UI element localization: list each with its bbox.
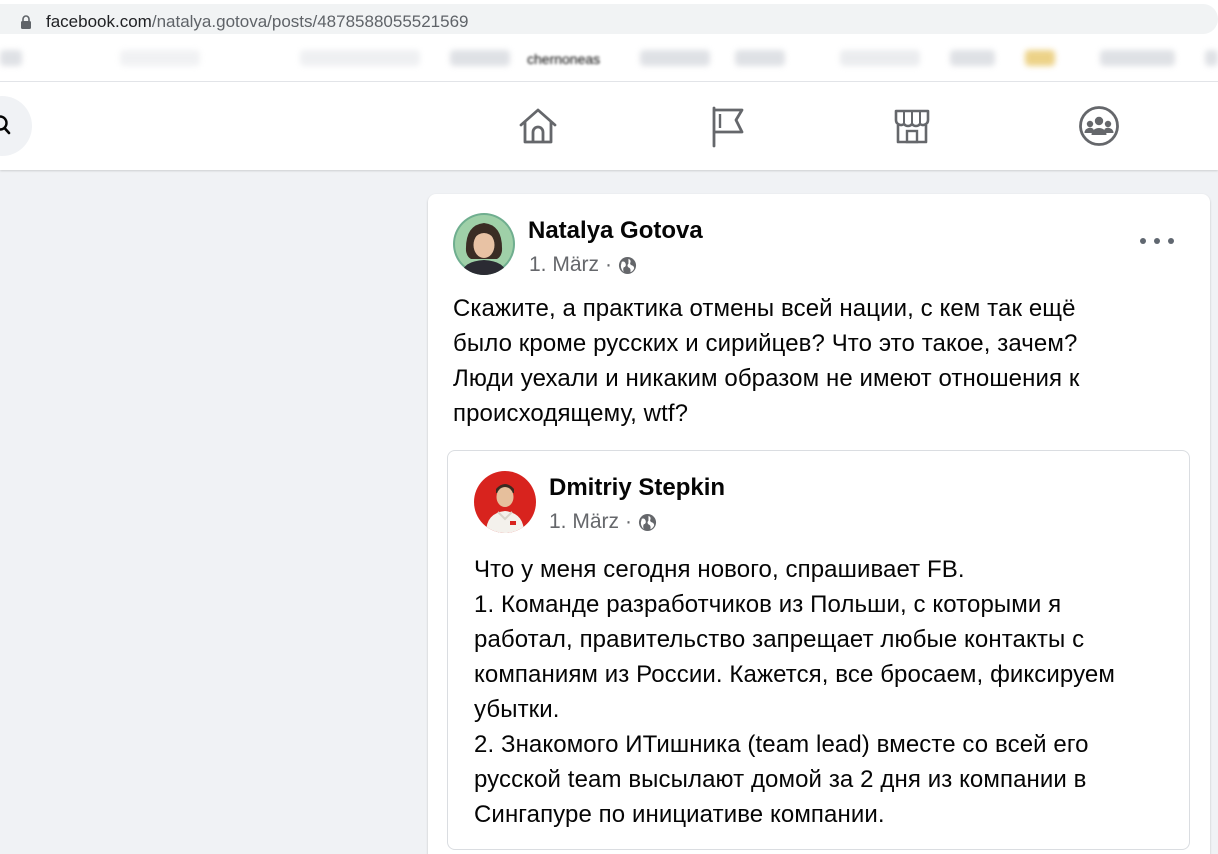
shared-author-name[interactable]: Dmitriy Stepkin xyxy=(549,474,725,502)
search-button[interactable] xyxy=(0,96,32,156)
shared-post-date[interactable]: 1. März xyxy=(549,510,619,534)
more-icon-dot xyxy=(1168,238,1174,244)
bookmark-item[interactable] xyxy=(950,50,995,66)
shared-text-line: компаниям из России. Кажется, все бросае… xyxy=(474,661,1115,688)
post-author-name[interactable]: Natalya Gotova xyxy=(528,217,703,245)
avatar-image xyxy=(453,213,515,275)
bookmark-item[interactable] xyxy=(1205,50,1218,66)
bookmark-item[interactable] xyxy=(450,50,510,66)
url-path: /natalya.gotova/posts/4878588055521569 xyxy=(151,12,469,31)
shared-text-line: 2. Знакомого ИТишника (team lead) вместе… xyxy=(474,731,1089,758)
shared-post-meta: 1. März · xyxy=(549,510,657,534)
post-card: Natalya Gotova 1. März · Скажите, а прак… xyxy=(428,194,1210,854)
meta-separator: · xyxy=(625,510,633,533)
nav-groups[interactable] xyxy=(1077,104,1121,148)
flag-icon xyxy=(712,106,744,148)
post-text-line: Люди уехали и никаким образом не имеют о… xyxy=(453,365,1080,392)
nav-home[interactable] xyxy=(516,104,560,148)
bookmark-item[interactable] xyxy=(0,50,22,66)
bookmark-item[interactable] xyxy=(300,50,420,66)
post-text-line: происходящему, wtf? xyxy=(453,400,689,427)
bookmarks-bar: chernoneas xyxy=(0,36,1218,82)
bookmark-item[interactable] xyxy=(1100,50,1175,66)
post-meta: 1. März · xyxy=(529,253,637,277)
meta-separator: · xyxy=(605,253,613,276)
shared-text-line: работал, правительство запрещает любые к… xyxy=(474,626,1085,653)
shared-text-line: Сингапуре по инициативе компании. xyxy=(474,801,885,828)
bookmark-item[interactable] xyxy=(840,50,920,66)
facebook-header xyxy=(0,82,1218,170)
post-text-line: Скажите, а практика отмены всей нации, с… xyxy=(453,295,1076,322)
browser-address-bar: facebook.com/natalya.gotova/posts/487858… xyxy=(0,0,1218,36)
bookmark-item[interactable] xyxy=(735,50,785,66)
lock-icon xyxy=(21,15,31,29)
post-date[interactable]: 1. März xyxy=(529,253,599,277)
more-icon-dot xyxy=(1140,238,1146,244)
bookmark-item[interactable] xyxy=(120,50,200,66)
shared-post-text: Что у меня сегодня нового, спрашивает FB… xyxy=(474,552,1115,832)
shared-author-avatar[interactable] xyxy=(474,471,536,533)
shared-text-line: убытки. xyxy=(474,696,560,723)
globe-icon xyxy=(638,513,657,531)
post-text: Скажите, а практика отмены всей нации, с… xyxy=(453,291,1079,431)
more-icon-dot xyxy=(1154,238,1160,244)
bookmark-item[interactable] xyxy=(640,50,710,66)
more-options-button[interactable] xyxy=(1140,228,1174,254)
shared-text-line: русской team высылают домой за 2 дня из … xyxy=(474,766,1087,793)
shared-text-line: Что у меня сегодня нового, спрашивает FB… xyxy=(474,556,965,583)
shared-post-card[interactable]: Dmitriy Stepkin 1. März · Что у меня сег… xyxy=(447,450,1190,850)
bookmark-item[interactable] xyxy=(1025,50,1055,66)
url-field[interactable]: facebook.com/natalya.gotova/posts/487858… xyxy=(0,4,1218,34)
home-icon xyxy=(519,108,557,144)
nav-pages[interactable] xyxy=(704,104,748,148)
author-avatar[interactable] xyxy=(453,213,515,275)
bookmark-label[interactable]: chernoneas xyxy=(527,51,600,67)
url-text: facebook.com/natalya.gotova/posts/487858… xyxy=(46,12,469,32)
globe-icon xyxy=(618,256,637,274)
marketplace-icon xyxy=(894,109,930,144)
search-icon xyxy=(0,115,11,135)
groups-icon xyxy=(1079,106,1119,146)
post-text-line: было кроме русских и сирийцев? Что это т… xyxy=(453,330,1078,357)
url-host: facebook.com xyxy=(46,12,152,31)
nav-marketplace[interactable] xyxy=(890,104,934,148)
avatar-image xyxy=(474,471,536,533)
shared-text-line: 1. Команде разработчиков из Польши, с ко… xyxy=(474,591,1062,618)
